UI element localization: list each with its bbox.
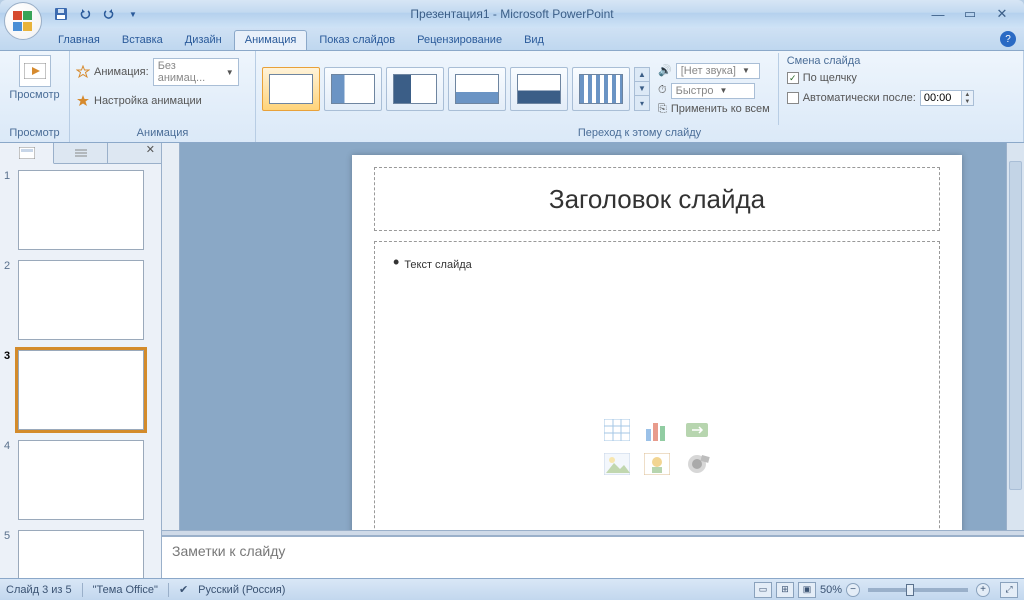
thumbnail-1[interactable]: 1 (4, 170, 157, 250)
help-button[interactable]: ? (1000, 31, 1016, 47)
redo-icon[interactable] (98, 3, 120, 25)
transition-2[interactable] (386, 67, 444, 111)
group-label-transition: Переход к этому слайду (262, 125, 1017, 142)
insert-clipart-icon[interactable] (640, 450, 674, 478)
panel-close-icon[interactable]: ✕ (140, 143, 161, 163)
zoom-value[interactable]: 50% (820, 584, 842, 596)
save-icon[interactable] (50, 3, 72, 25)
thumbnail-5[interactable]: 5 (4, 530, 157, 578)
star-icon (76, 65, 90, 79)
thumbnail-4[interactable]: 4 (4, 440, 157, 520)
insert-chart-icon[interactable] (640, 416, 674, 444)
language[interactable]: Русский (Россия) (198, 584, 285, 596)
tab-insert[interactable]: Вставка (112, 31, 173, 50)
zoom-in-button[interactable]: + (976, 583, 990, 597)
status-bar: Слайд 3 из 5 "Тема Office" ✔ Русский (Ро… (0, 578, 1024, 600)
tab-home[interactable]: Главная (48, 31, 110, 50)
sound-icon: 🔊 (658, 64, 672, 77)
zoom-slider[interactable] (868, 588, 968, 592)
anim-combo[interactable]: Без анимац...▼ (153, 58, 239, 86)
slide-canvas[interactable]: Заголовок слайда • Текст слайда (352, 155, 962, 530)
window-title: Презентация1 - Microsoft PowerPoint (0, 7, 1024, 21)
sorter-view-button[interactable]: ⊞ (776, 582, 794, 598)
transition-gallery: ▲▼▾ (262, 67, 650, 111)
minimize-button[interactable]: — (926, 5, 950, 23)
preview-button[interactable]: Просмотр (5, 53, 63, 103)
custom-anim-icon (76, 94, 90, 108)
thumbnail-3[interactable]: 3 (4, 350, 157, 430)
tab-design[interactable]: Дизайн (175, 31, 232, 50)
normal-view-button[interactable]: ▭ (754, 582, 772, 598)
scrollbar-vertical[interactable] (1006, 143, 1024, 530)
advance-label: Смена слайда (787, 55, 974, 67)
insert-picture-icon[interactable] (600, 450, 634, 478)
auto-after-checkbox[interactable] (787, 92, 799, 104)
quick-access-toolbar: ▼ (50, 0, 144, 28)
ruler-vertical (162, 143, 180, 530)
tab-slideshow[interactable]: Показ слайдов (309, 31, 405, 50)
tab-animation[interactable]: Анимация (234, 30, 308, 50)
workspace: ✕ 1 2 3 4 5 Заголовок слайда • Текст слайда (0, 143, 1024, 578)
fit-button[interactable]: ⤢ (1000, 582, 1018, 598)
insert-media-icon[interactable] (680, 450, 714, 478)
ribbon: Просмотр Просмотр Анимация: Без анимац..… (0, 51, 1024, 143)
slide-editor[interactable]: Заголовок слайда • Текст слайда (162, 143, 1024, 530)
preview-icon (19, 55, 51, 87)
custom-animation-button[interactable]: Настройка анимации (76, 93, 202, 109)
transition-3[interactable] (448, 67, 506, 111)
outline-tab[interactable] (54, 143, 108, 163)
gallery-scroll[interactable]: ▲▼▾ (634, 67, 650, 111)
qat-dropdown-icon[interactable]: ▼ (122, 3, 144, 25)
insert-table-icon[interactable] (600, 416, 634, 444)
anim-label: Анимация: (94, 66, 149, 78)
office-button[interactable] (4, 2, 42, 40)
title-placeholder[interactable]: Заголовок слайда (374, 167, 940, 231)
slide-position: Слайд 3 из 5 (6, 584, 72, 596)
group-label-anim: Анимация (76, 125, 249, 142)
auto-after-spinner[interactable]: ▲▼ (920, 90, 974, 106)
spellcheck-icon[interactable]: ✔ (179, 583, 188, 596)
sound-combo[interactable]: [Нет звука]▼ (676, 63, 760, 79)
notes-pane[interactable]: Заметки к слайду (162, 536, 1024, 578)
thumbnail-list: 1 2 3 4 5 (0, 164, 161, 578)
insert-smartart-icon[interactable] (680, 416, 714, 444)
theme-name: "Тема Office" (93, 584, 158, 596)
speed-combo[interactable]: Быстро▼ (671, 83, 755, 99)
apply-all-icon: ⎘ (658, 103, 667, 116)
title-bar: ▼ Презентация1 - Microsoft PowerPoint — … (0, 0, 1024, 28)
content-placeholder-icons (600, 416, 714, 478)
close-button[interactable]: ✕ (990, 5, 1014, 23)
ribbon-tabstrip: Главная Вставка Дизайн Анимация Показ сл… (0, 28, 1024, 51)
transition-5[interactable] (572, 67, 630, 111)
group-label-preview: Просмотр (6, 125, 63, 142)
tab-review[interactable]: Рецензирование (407, 31, 512, 50)
slide-panel: ✕ 1 2 3 4 5 (0, 143, 162, 578)
tab-view[interactable]: Вид (514, 31, 554, 50)
body-placeholder[interactable]: • Текст слайда (374, 241, 940, 530)
undo-icon[interactable] (74, 3, 96, 25)
transition-4[interactable] (510, 67, 568, 111)
thumbnails-tab[interactable] (0, 143, 54, 164)
maximize-button[interactable]: ▭ (958, 5, 982, 23)
apply-all-button[interactable]: ⎘Применить ко всем (658, 102, 770, 117)
speed-icon: ⏱ (658, 84, 667, 97)
on-click-checkbox[interactable]: ✓ (787, 72, 799, 84)
transition-1[interactable] (324, 67, 382, 111)
transition-none[interactable] (262, 67, 320, 111)
zoom-out-button[interactable]: − (846, 583, 860, 597)
thumbnail-2[interactable]: 2 (4, 260, 157, 340)
slideshow-view-button[interactable]: ▣ (798, 582, 816, 598)
